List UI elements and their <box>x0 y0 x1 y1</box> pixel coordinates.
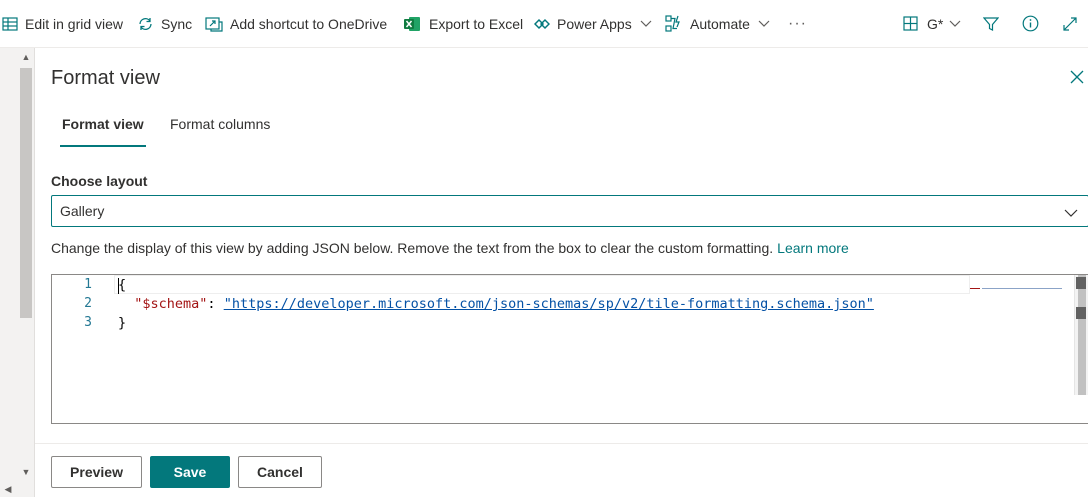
editor-overview-marker <box>1076 307 1086 319</box>
line-number: 2 <box>84 296 92 311</box>
close-icon <box>1068 70 1086 89</box>
expand-button[interactable] <box>1062 0 1078 48</box>
schema-key: "$schema" <box>134 296 208 312</box>
format-view-panel: Format view Format view Format columns C… <box>35 48 1088 497</box>
editor-scrollbar-thumb[interactable] <box>1078 275 1086 395</box>
schema-url-link[interactable]: "https://developer.microsoft.com/json-sc… <box>224 296 874 312</box>
automate-icon <box>665 15 683 32</box>
save-button[interactable]: Save <box>150 456 230 488</box>
view-switcher-button[interactable]: G* <box>903 0 961 48</box>
add-shortcut-label: Add shortcut to OneDrive <box>230 15 388 32</box>
automate-label: Automate <box>690 15 750 32</box>
info-icon <box>1022 15 1039 32</box>
shortcut-icon <box>205 16 223 32</box>
line-number-gutter: 1 2 3 <box>52 275 100 423</box>
filter-button[interactable] <box>983 0 999 48</box>
open-brace: { <box>118 277 127 293</box>
chevron-down-icon <box>1064 205 1078 221</box>
power-apps-button[interactable]: Power Apps <box>534 0 652 48</box>
learn-more-link[interactable]: Learn more <box>777 240 849 256</box>
tab-format-view[interactable]: Format view <box>60 116 146 147</box>
close-brace: } <box>118 315 127 331</box>
sync-icon <box>137 16 154 32</box>
preview-button[interactable]: Preview <box>51 456 142 488</box>
close-button[interactable] <box>1068 68 1086 86</box>
page-scrollbar-thumb[interactable] <box>20 68 32 318</box>
filter-icon <box>983 16 999 32</box>
command-bar: Edit in grid view Sync Add shortcut to O… <box>0 0 1088 48</box>
code-line-1: { <box>118 277 126 293</box>
scroll-down-icon[interactable]: ▼ <box>20 465 32 479</box>
automate-button[interactable]: Automate <box>665 0 770 48</box>
current-line-highlight <box>114 275 970 294</box>
footer-divider <box>35 443 1088 444</box>
chevron-down-icon <box>640 20 652 28</box>
layout-dropdown-value: Gallery <box>60 203 105 219</box>
scroll-left-icon[interactable]: ◀ <box>2 482 14 496</box>
editor-scrollbar[interactable] <box>1074 275 1088 395</box>
expand-icon <box>1062 16 1078 32</box>
sync-button[interactable]: Sync <box>137 0 192 48</box>
cancel-button[interactable]: Cancel <box>238 456 322 488</box>
excel-icon <box>404 16 421 32</box>
export-excel-label: Export to Excel <box>429 15 524 32</box>
sync-label: Sync <box>161 15 193 32</box>
view-switcher-label: G* <box>927 15 944 32</box>
power-apps-label: Power Apps <box>557 15 632 32</box>
code-line-3: } <box>118 315 126 331</box>
tab-format-columns[interactable]: Format columns <box>170 116 270 146</box>
line-number: 3 <box>84 315 92 330</box>
panel-title: Format view <box>51 67 160 89</box>
view-grid-icon <box>903 16 918 31</box>
info-button[interactable] <box>1022 0 1039 48</box>
more-commands-button[interactable]: ··· <box>788 0 807 48</box>
add-shortcut-button[interactable]: Add shortcut to OneDrive <box>205 0 387 48</box>
line-number: 1 <box>84 277 92 292</box>
scroll-up-icon[interactable]: ▲ <box>20 50 32 64</box>
export-excel-button[interactable]: Export to Excel <box>404 0 523 48</box>
edit-grid-view-label: Edit in grid view <box>25 15 124 32</box>
edit-grid-view-button[interactable]: Edit in grid view <box>2 0 123 48</box>
more-icon: ··· <box>788 14 807 32</box>
chevron-down-icon <box>949 20 961 28</box>
json-editor[interactable]: 1 2 3 { "$schema": "https://developer.mi… <box>51 274 1088 424</box>
help-text: Change the display of this view by addin… <box>51 240 849 256</box>
chevron-down-icon <box>758 20 770 28</box>
colon: : <box>207 296 224 312</box>
choose-layout-label: Choose layout <box>51 173 148 189</box>
help-description: Change the display of this view by addin… <box>51 240 774 256</box>
editor-overview-marker <box>1076 277 1086 289</box>
grid-icon <box>2 16 18 32</box>
power-apps-icon <box>534 16 550 32</box>
layout-dropdown[interactable]: Gallery <box>51 195 1088 227</box>
editor-minimap[interactable] <box>970 279 1070 289</box>
code-line-2: "$schema": "https://developer.microsoft.… <box>118 296 874 312</box>
